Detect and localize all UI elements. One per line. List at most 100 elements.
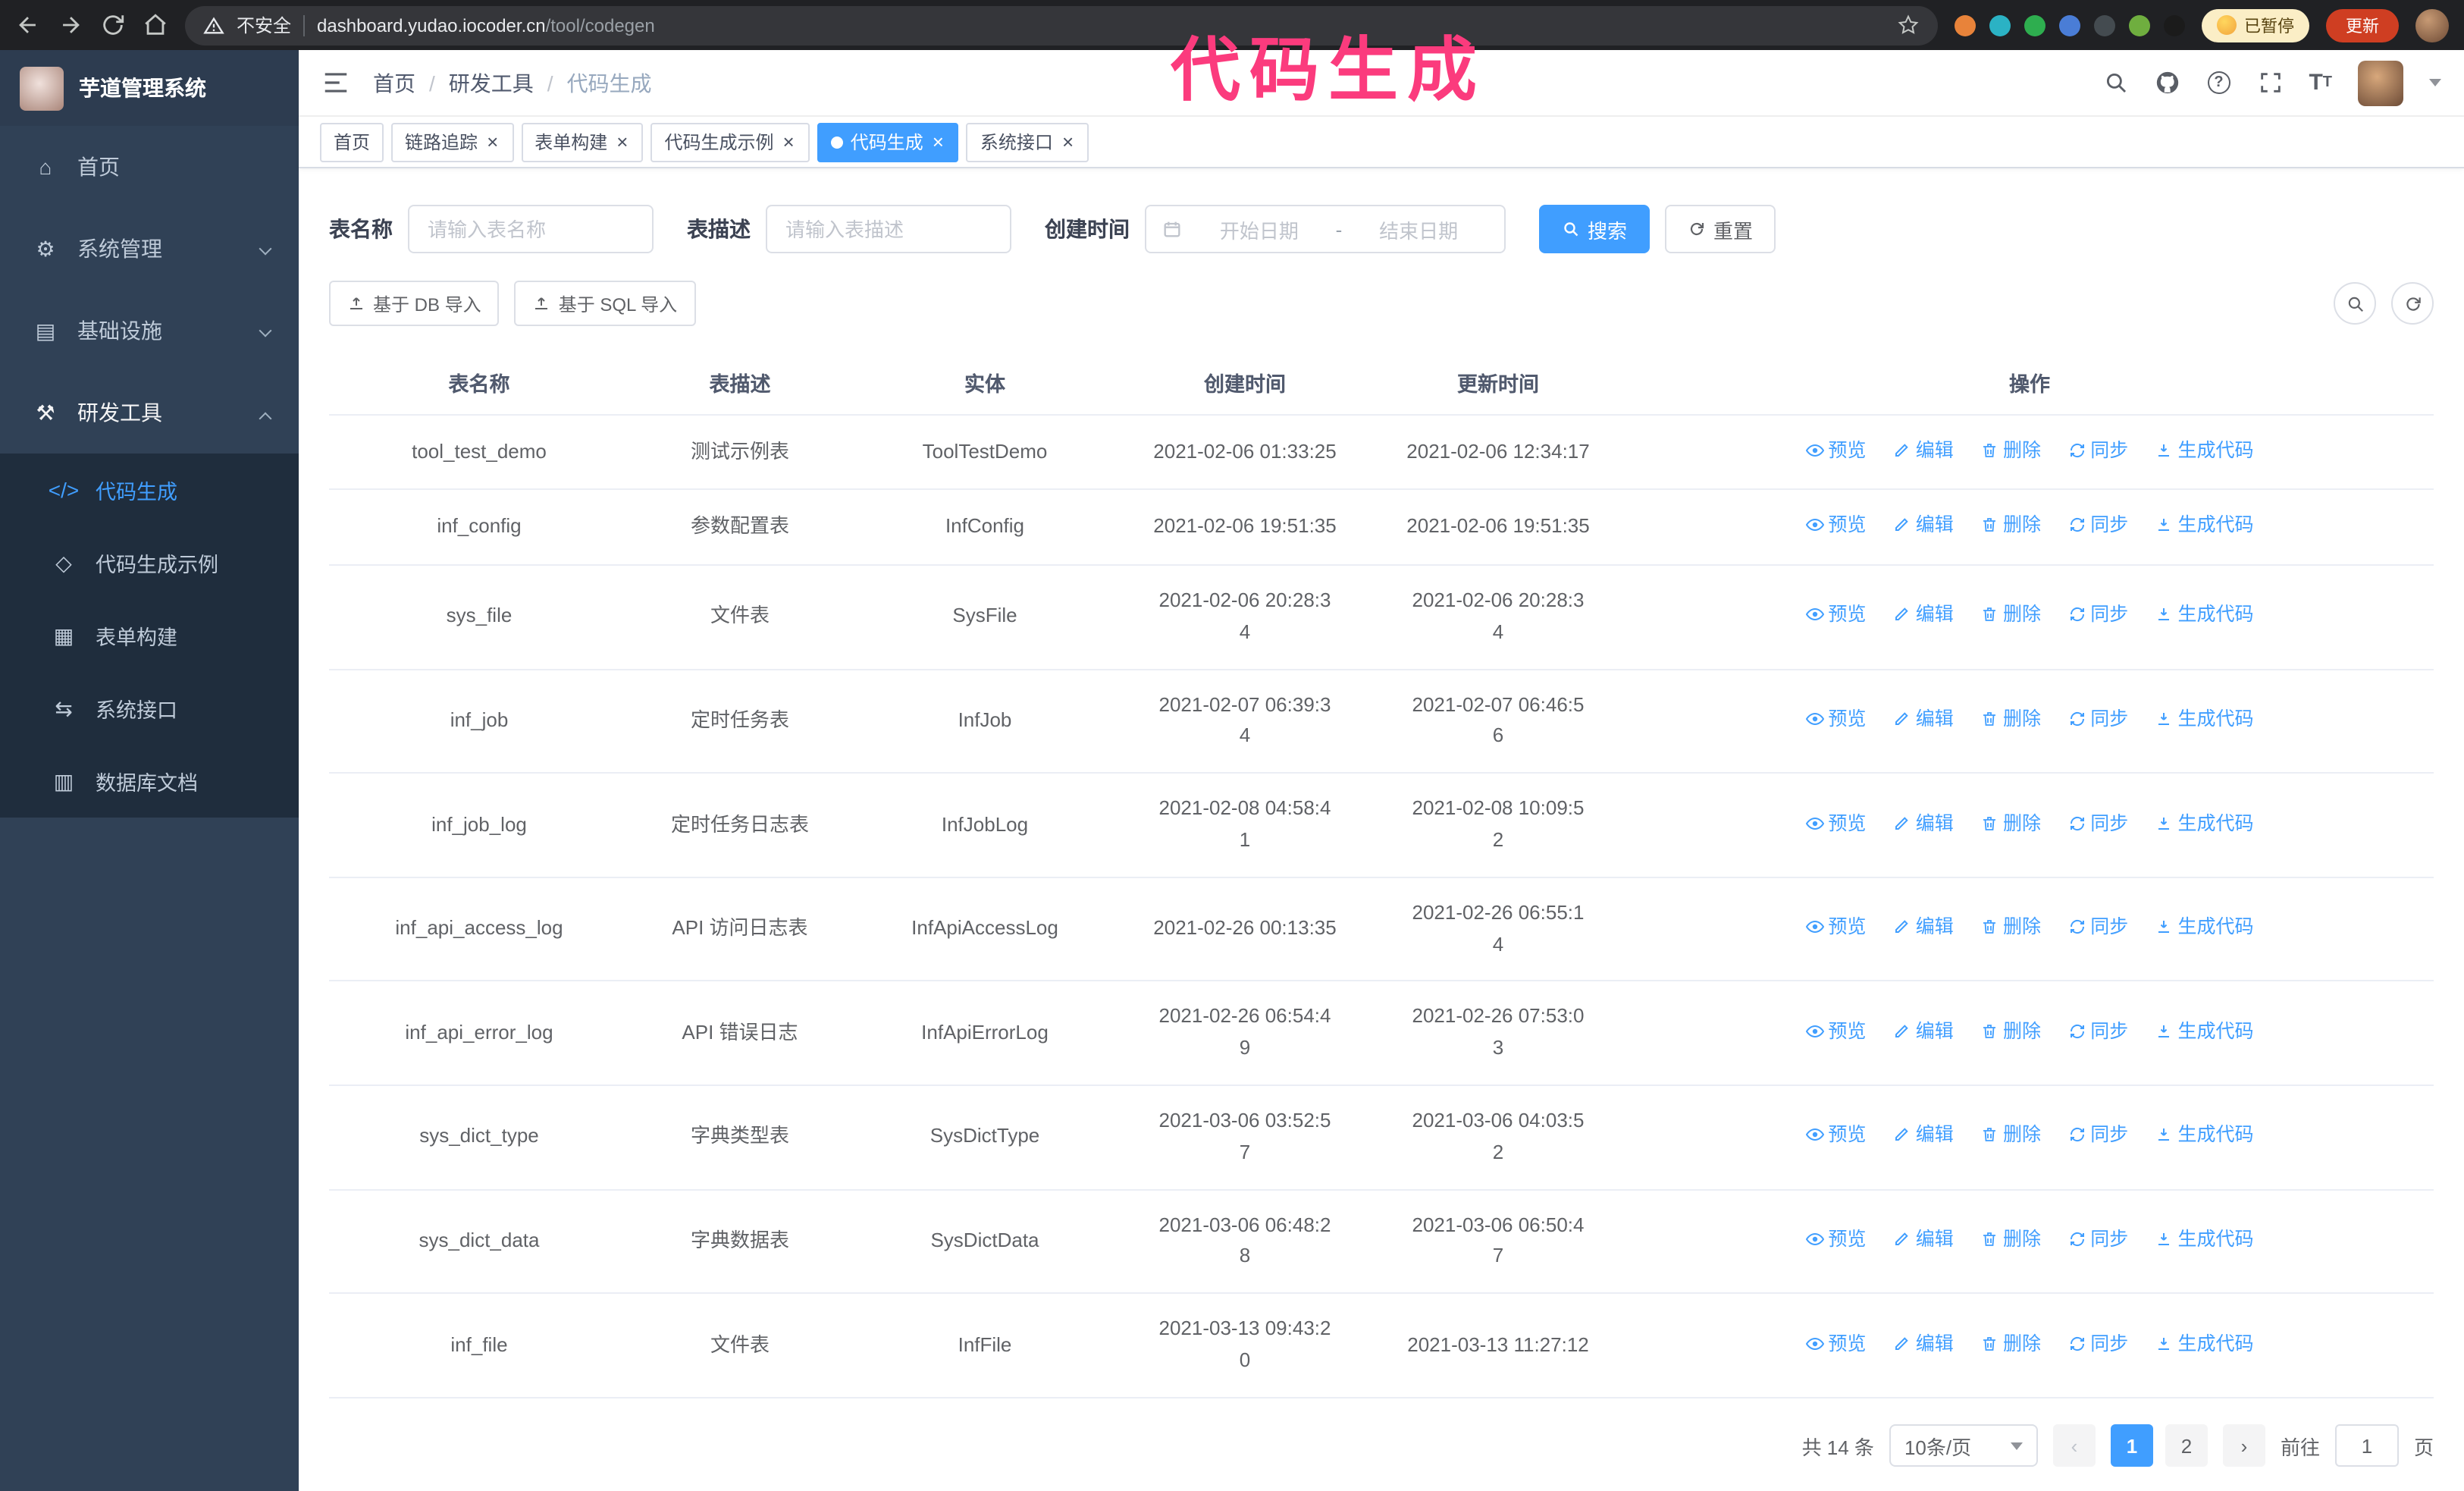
fullscreen-icon[interactable] [2257, 70, 2283, 96]
close-icon[interactable]: × [615, 132, 629, 152]
home-icon[interactable] [143, 12, 168, 38]
sync-link[interactable]: 同步 [2067, 600, 2128, 630]
table-name-input[interactable] [408, 205, 654, 253]
back-icon[interactable] [15, 12, 41, 38]
next-page-button[interactable]: › [2222, 1424, 2265, 1467]
delete-link[interactable]: 删除 [1980, 435, 2041, 465]
sync-link[interactable]: 同步 [2067, 704, 2128, 734]
extension-icon[interactable] [1989, 14, 2011, 36]
delete-link[interactable]: 删除 [1980, 912, 2041, 943]
delete-link[interactable]: 删除 [1980, 808, 2041, 838]
sidebar-item-codegen[interactable]: </> 代码生成 [0, 454, 299, 526]
github-icon[interactable] [2154, 70, 2180, 96]
refresh-button[interactable] [2391, 282, 2434, 325]
sidebar-item-system-api[interactable]: ⇆ 系统接口 [0, 672, 299, 745]
edit-link[interactable]: 编辑 [1893, 435, 1954, 465]
preview-link[interactable]: 预览 [1805, 600, 1866, 630]
search-toggle-button[interactable] [2334, 282, 2376, 325]
tab-item[interactable]: 代码生成示例 × [650, 122, 810, 162]
forward-icon[interactable] [58, 12, 83, 38]
tab-item[interactable]: 代码生成 × [817, 122, 959, 162]
edit-link[interactable]: 编辑 [1893, 600, 1954, 630]
close-icon[interactable]: × [485, 132, 500, 152]
page-number-button[interactable]: 2 [2165, 1424, 2208, 1467]
delete-link[interactable]: 删除 [1980, 1120, 2041, 1150]
tab-item[interactable]: 链路追踪 × [391, 122, 514, 162]
paused-badge[interactable]: 已暂停 [2202, 8, 2309, 42]
sidebar-item-db-doc[interactable]: ▥ 数据库文档 [0, 745, 299, 818]
generate-code-link[interactable]: 生成代码 [2155, 510, 2254, 541]
generate-code-link[interactable]: 生成代码 [2155, 912, 2254, 943]
prev-page-button[interactable]: ‹ [2052, 1424, 2096, 1467]
browser-profile-avatar[interactable] [2415, 8, 2449, 42]
delete-link[interactable]: 删除 [1980, 600, 2041, 630]
preview-link[interactable]: 预览 [1805, 510, 1866, 541]
sync-link[interactable]: 同步 [2067, 510, 2128, 541]
preview-link[interactable]: 预览 [1805, 435, 1866, 465]
preview-link[interactable]: 预览 [1805, 1120, 1866, 1150]
delete-link[interactable]: 删除 [1980, 1328, 2041, 1358]
tab-item[interactable]: 首页 [320, 122, 384, 162]
search-button[interactable]: 搜索 [1539, 205, 1651, 253]
close-icon[interactable]: × [1061, 132, 1075, 152]
edit-link[interactable]: 编辑 [1893, 912, 1954, 943]
edit-link[interactable]: 编辑 [1893, 704, 1954, 734]
tab-item[interactable]: 表单构建 × [521, 122, 644, 162]
caret-down-icon[interactable] [2429, 79, 2441, 86]
generate-code-link[interactable]: 生成代码 [2155, 600, 2254, 630]
generate-code-link[interactable]: 生成代码 [2155, 1224, 2254, 1254]
address-bar[interactable]: 不安全 dashboard.yudao.iocoder.cn/tool/code… [185, 5, 1938, 45]
generate-code-link[interactable]: 生成代码 [2155, 1120, 2254, 1150]
sidebar-item-dev-tools[interactable]: ⚒ 研发工具 [0, 372, 299, 454]
page-size-select[interactable]: 10条/页 [1889, 1424, 2038, 1467]
breadcrumb-item[interactable]: 首页 [373, 67, 415, 98]
sync-link[interactable]: 同步 [2067, 1120, 2128, 1150]
sidebar-item-system-management[interactable]: ⚙ 系统管理 [0, 208, 299, 290]
extension-icon[interactable] [2094, 14, 2115, 36]
extension-icon[interactable] [2024, 14, 2045, 36]
preview-link[interactable]: 预览 [1805, 704, 1866, 734]
preview-link[interactable]: 预览 [1805, 808, 1866, 838]
refresh-icon[interactable] [100, 12, 126, 38]
delete-link[interactable]: 删除 [1980, 510, 2041, 541]
close-icon[interactable]: × [782, 132, 796, 152]
bookmark-star-icon[interactable] [1897, 14, 1920, 36]
close-icon[interactable]: × [931, 132, 945, 152]
sidebar-item-infrastructure[interactable]: ▤ 基础设施 [0, 290, 299, 372]
sidebar-item-form-builder[interactable]: ▦ 表单构建 [0, 599, 299, 672]
preview-link[interactable]: 预览 [1805, 1224, 1866, 1254]
edit-link[interactable]: 编辑 [1893, 1016, 1954, 1047]
sync-link[interactable]: 同步 [2067, 1328, 2128, 1358]
generate-code-link[interactable]: 生成代码 [2155, 704, 2254, 734]
sync-link[interactable]: 同步 [2067, 1224, 2128, 1254]
sync-link[interactable]: 同步 [2067, 435, 2128, 465]
generate-code-link[interactable]: 生成代码 [2155, 435, 2254, 465]
sidebar-item-home[interactable]: ⌂ 首页 [0, 126, 299, 208]
generate-code-link[interactable]: 生成代码 [2155, 1016, 2254, 1047]
logo[interactable]: 芋道管理系统 [0, 50, 299, 126]
help-icon[interactable]: ? [2205, 70, 2231, 96]
edit-link[interactable]: 编辑 [1893, 1328, 1954, 1358]
import-sql-button[interactable]: 基于 SQL 导入 [514, 281, 696, 326]
page-number-button[interactable]: 1 [2110, 1424, 2153, 1467]
tab-item[interactable]: 系统接口 × [966, 122, 1089, 162]
import-db-button[interactable]: 基于 DB 导入 [329, 281, 500, 326]
date-range-picker[interactable]: 开始日期 - 结束日期 [1145, 205, 1506, 253]
extension-icon[interactable] [2129, 14, 2150, 36]
edit-link[interactable]: 编辑 [1893, 1224, 1954, 1254]
edit-link[interactable]: 编辑 [1893, 808, 1954, 838]
preview-link[interactable]: 预览 [1805, 1016, 1866, 1047]
table-desc-input[interactable] [766, 205, 1011, 253]
search-icon[interactable] [2102, 70, 2128, 96]
sync-link[interactable]: 同步 [2067, 808, 2128, 838]
edit-link[interactable]: 编辑 [1893, 510, 1954, 541]
user-avatar[interactable] [2358, 60, 2403, 105]
extension-icon[interactable] [2164, 14, 2185, 36]
sync-link[interactable]: 同步 [2067, 1016, 2128, 1047]
generate-code-link[interactable]: 生成代码 [2155, 1328, 2254, 1358]
hamburger-icon[interactable] [321, 68, 350, 97]
font-size-icon[interactable]: TT [2309, 70, 2332, 96]
delete-link[interactable]: 删除 [1980, 1224, 2041, 1254]
delete-link[interactable]: 删除 [1980, 704, 2041, 734]
extension-icon[interactable] [2059, 14, 2080, 36]
